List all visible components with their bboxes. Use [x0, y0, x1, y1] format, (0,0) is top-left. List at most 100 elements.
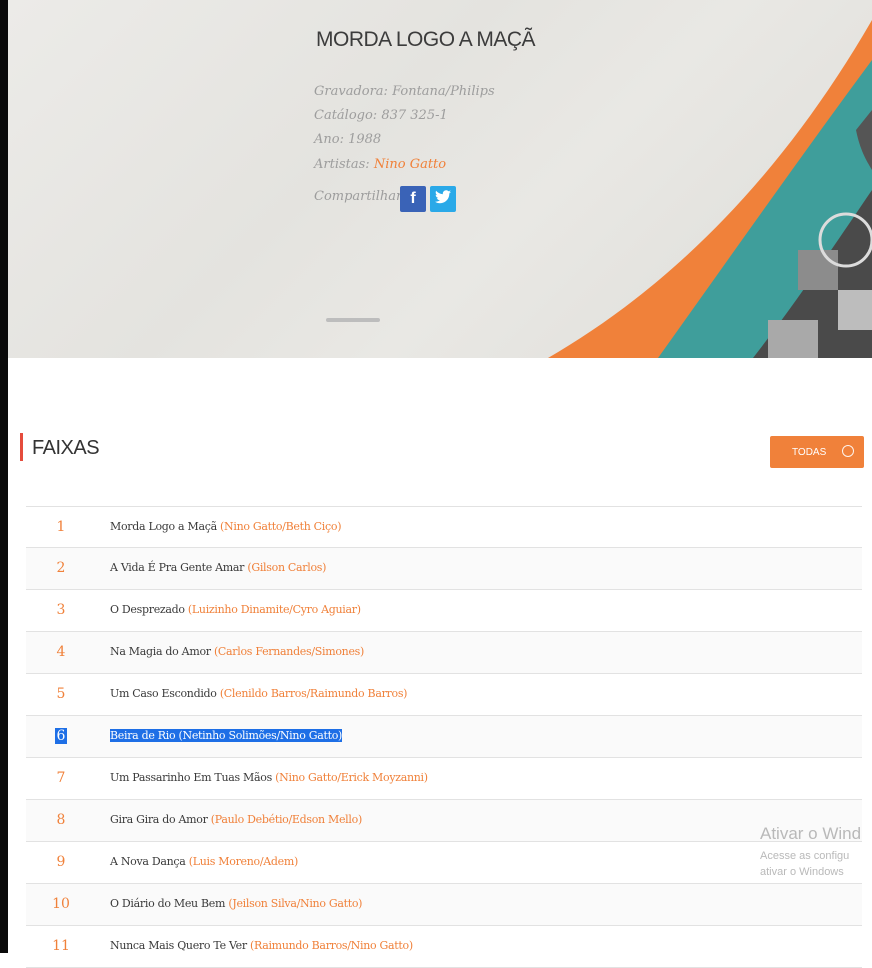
track-number-text: 2: [56, 560, 66, 576]
track-text: Gira Gira do Amor (Paulo Debétio/Edson M…: [110, 813, 362, 826]
track-number-text: 11: [52, 938, 70, 954]
track-number-text: 8: [56, 812, 66, 828]
track-text: O Diário do Meu Bem (Jeilson Silva/Nino …: [110, 897, 362, 910]
gravadora-label: Gravadora:: [314, 84, 388, 99]
todas-button-label: TODAS: [792, 446, 827, 458]
track-number-text: 9: [56, 854, 66, 870]
track-number-text: 3: [56, 602, 66, 618]
track-number: 3: [46, 602, 76, 618]
facebook-icon: f: [410, 190, 416, 207]
twitter-icon: [435, 189, 451, 209]
gravadora-value: Fontana/Philips: [392, 84, 495, 99]
track-composers: (Carlos Fernandes/Simones): [213, 645, 365, 658]
track-row[interactable]: 4 Na Magia do Amor (Carlos Fernandes/Simo…: [26, 632, 862, 674]
track-number-text: 7: [56, 770, 66, 786]
track-name[interactable]: Um Passarinho Em Tuas Mãos (Nino Gatto/E…: [110, 771, 428, 784]
track-number: 8: [46, 812, 76, 828]
track-name[interactable]: Na Magia do Amor (Carlos Fernandes/Simon…: [110, 645, 364, 658]
track-composers: (Raimundo Barros/Nino Gatto): [249, 939, 413, 952]
track-text: Um Passarinho Em Tuas Mãos (Nino Gatto/E…: [110, 771, 428, 784]
track-row[interactable]: 9 A Nova Dança (Luis Moreno/Adem): [26, 842, 862, 884]
track-title: Gira Gira do Amor: [110, 813, 208, 826]
track-number: 4: [46, 644, 76, 660]
track-composers: (Luizinho Dinamite/Cyro Aguiar): [187, 603, 361, 616]
track-composers: (Paulo Debétio/Edson Mello): [210, 813, 362, 826]
artistas-line: Artistas: Nino Gatto: [314, 157, 446, 172]
artist-link[interactable]: Nino Gatto: [374, 157, 446, 172]
catalogo-line: Catálogo: 837 325-1: [314, 108, 448, 123]
track-composers: (Clenildo Barros/Raimundo Barros): [219, 687, 408, 700]
track-title: Na Magia do Amor: [110, 645, 211, 658]
windows-activation-watermark: Ativar o Wind Acesse as configu ativar o…: [760, 824, 861, 878]
track-composers: (Nino Gatto/Erick Moyzanni): [275, 771, 428, 784]
album-art-decoration: [548, 20, 872, 358]
track-name[interactable]: Nunca Mais Quero Te Ver (Raimundo Barros…: [110, 939, 413, 952]
carousel-indicator[interactable]: [326, 318, 380, 322]
track-number: 11: [46, 938, 76, 954]
track-number: 2: [46, 560, 76, 576]
track-row[interactable]: 3 O Desprezado (Luizinho Dinamite/Cyro Ag…: [26, 590, 862, 632]
track-name[interactable]: A Nova Dança (Luis Moreno/Adem): [110, 855, 298, 868]
track-row[interactable]: 8 Gira Gira do Amor (Paulo Debétio/Edson …: [26, 800, 862, 842]
track-title: A Vida É Pra Gente Amar: [110, 561, 245, 574]
album-header: MORDA LOGO A MAÇÃ Gravadora: Fontana/Phi…: [8, 0, 872, 358]
compartilhar-label: Compartilhar:: [314, 189, 407, 204]
track-title: A Nova Dança: [110, 855, 186, 868]
watermark-line-2: Acesse as configu: [760, 850, 850, 862]
track-title: Um Passarinho Em Tuas Mãos: [110, 771, 272, 784]
track-row[interactable]: 5 Um Caso Escondido (Clenildo Barros/Raim…: [26, 674, 862, 716]
track-number: 9: [46, 854, 76, 870]
track-composers: (Jeilson Silva/Nino Gatto): [228, 897, 363, 910]
track-number-text: 4: [56, 644, 66, 660]
track-name[interactable]: Gira Gira do Amor (Paulo Debétio/Edson M…: [110, 813, 362, 826]
track-text: Beira de Rio (Netinho Solimões/Nino Gatt…: [110, 729, 342, 742]
track-number-text: 6: [54, 728, 68, 744]
track-number: 5: [46, 686, 76, 702]
track-name[interactable]: O Diário do Meu Bem (Jeilson Silva/Nino …: [110, 897, 362, 910]
twitter-share-button[interactable]: [430, 186, 456, 212]
page: MORDA LOGO A MAÇÃ Gravadora: Fontana/Phi…: [0, 0, 872, 968]
track-title: O Desprezado: [110, 603, 185, 616]
track-list: 1 Morda Logo a Maçã (Nino Gatto/Beth Ciço…: [26, 506, 862, 968]
track-text: Na Magia do Amor (Carlos Fernandes/Simon…: [110, 645, 364, 658]
track-row[interactable]: 6 Beira de Rio (Netinho Solimões/Nino Gat…: [26, 716, 862, 758]
track-title: Nunca Mais Quero Te Ver: [110, 939, 247, 952]
track-name[interactable]: Morda Logo a Maçã (Nino Gatto/Beth Ciço): [110, 520, 342, 533]
facebook-share-button[interactable]: f: [400, 186, 426, 212]
catalogo-value: 837 325-1: [381, 108, 448, 123]
track-composers: (Nino Gatto/Beth Ciço): [220, 520, 342, 533]
track-composers: (Luis Moreno/Adem): [188, 855, 299, 868]
left-edge-strip: [0, 0, 8, 953]
track-number: 1: [46, 519, 76, 535]
track-number: 10: [46, 896, 76, 912]
watermark-line-1: Ativar o Wind: [760, 824, 862, 843]
ano-line: Ano: 1988: [314, 132, 381, 147]
track-name[interactable]: O Desprezado (Luizinho Dinamite/Cyro Agu…: [110, 603, 361, 616]
track-name[interactable]: Um Caso Escondido (Clenildo Barros/Raimu…: [110, 687, 407, 700]
track-title: Beira de Rio: [110, 729, 176, 742]
track-row[interactable]: 7 Um Passarinho Em Tuas Mãos (Nino Gatto/…: [26, 758, 862, 800]
track-row[interactable]: 1 Morda Logo a Maçã (Nino Gatto/Beth Ciço…: [26, 506, 862, 548]
track-row[interactable]: 10 O Diário do Meu Bem (Jeilson Silva/Nin…: [26, 884, 862, 926]
track-name[interactable]: A Vida É Pra Gente Amar (Gilson Carlos): [110, 561, 326, 574]
track-composers: (Netinho Solimões/Nino Gatto): [178, 729, 343, 742]
play-circle-icon: [842, 445, 854, 457]
todas-button[interactable]: TODAS: [770, 436, 864, 468]
track-text: Um Caso Escondido (Clenildo Barros/Raimu…: [110, 687, 407, 700]
track-row[interactable]: 2 A Vida É Pra Gente Amar (Gilson Carlos): [26, 548, 862, 590]
track-name[interactable]: Beira de Rio (Netinho Solimões/Nino Gatt…: [110, 729, 342, 742]
track-text: Morda Logo a Maçã (Nino Gatto/Beth Ciço): [110, 520, 342, 533]
track-number: 7: [46, 770, 76, 786]
ano-value: 1988: [348, 132, 382, 147]
album-title: MORDA LOGO A MAÇÃ: [316, 28, 536, 51]
track-title: Um Caso Escondido: [110, 687, 217, 700]
track-text: O Desprezado (Luizinho Dinamite/Cyro Agu…: [110, 603, 361, 616]
track-title: Morda Logo a Maçã: [110, 520, 217, 533]
faixas-heading: FAIXAS: [32, 437, 100, 459]
gravadora-line: Gravadora: Fontana/Philips: [314, 84, 495, 99]
track-number-text: 1: [56, 519, 66, 535]
catalogo-label: Catálogo:: [314, 108, 378, 123]
track-row[interactable]: 11 Nunca Mais Quero Te Ver (Raimundo Barr…: [26, 926, 862, 968]
track-composers: (Gilson Carlos): [247, 561, 327, 574]
track-text: A Nova Dança (Luis Moreno/Adem): [110, 855, 298, 868]
